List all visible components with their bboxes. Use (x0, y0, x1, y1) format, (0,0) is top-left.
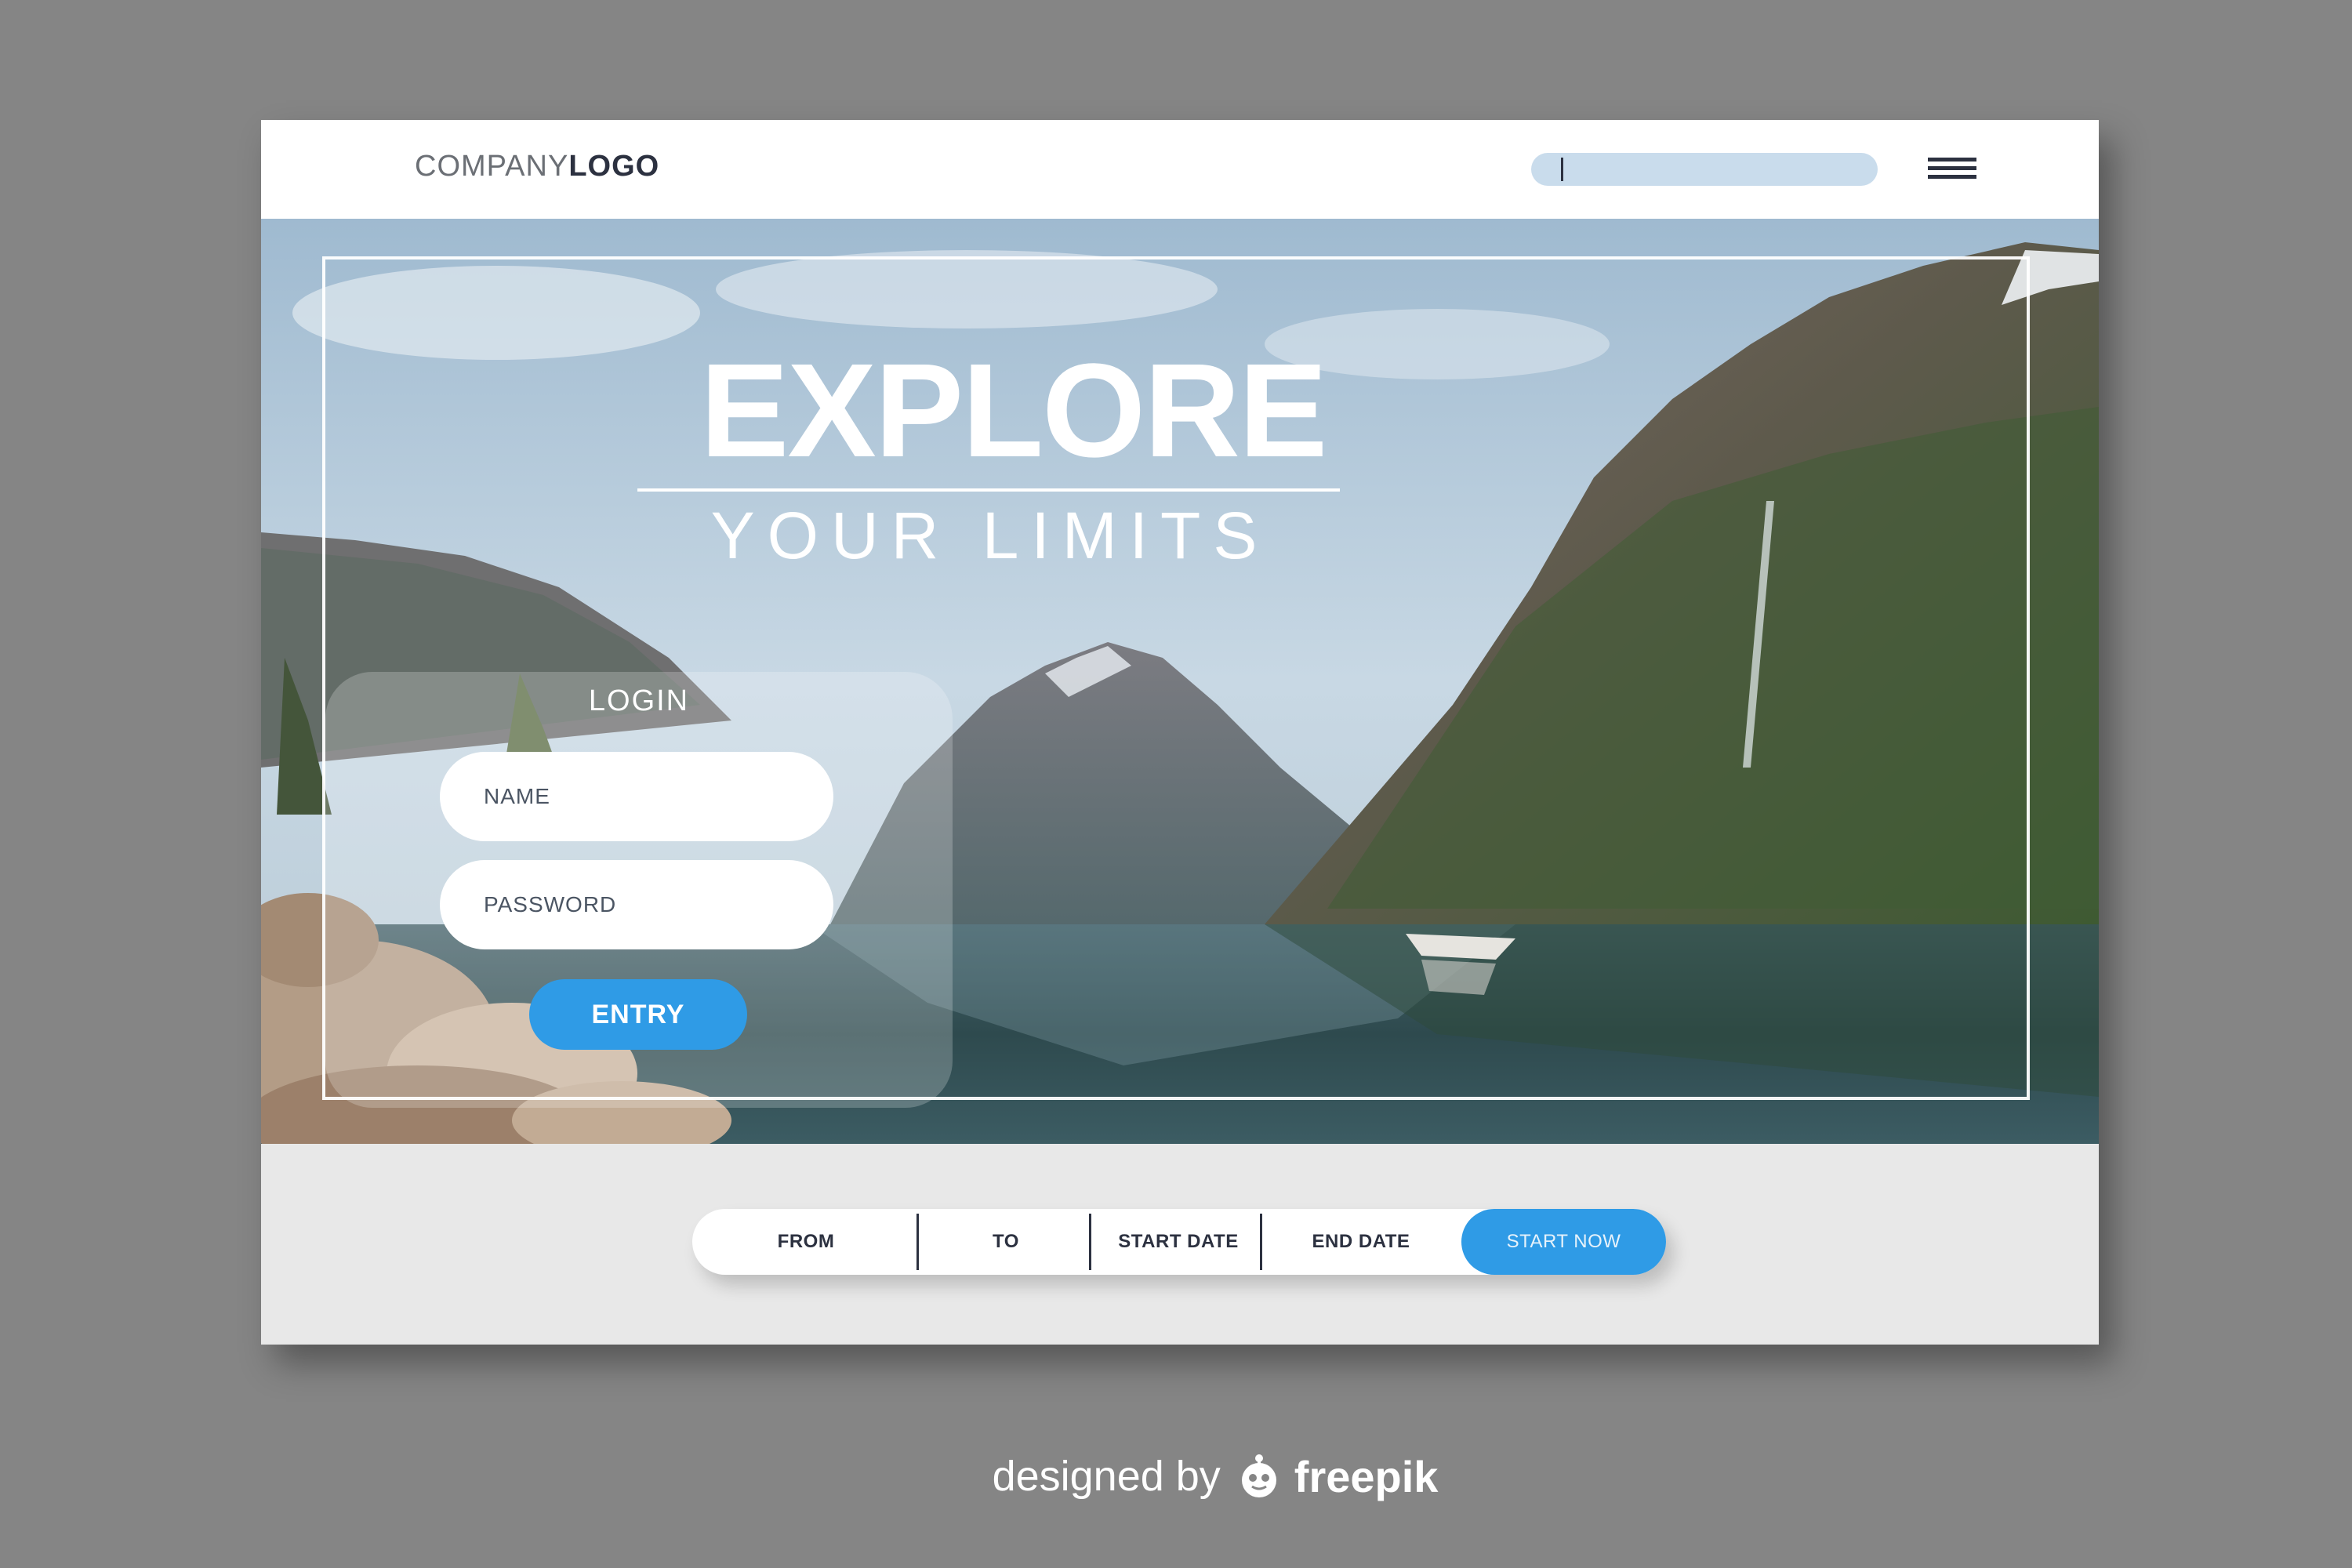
landing-page-card: COMPANYLOGO EXPLORE YOUR LIMITS LOGIN NA… (261, 120, 2099, 1345)
login-panel: LOGIN NAME PASSWORD ENTRY (325, 672, 953, 1108)
password-field[interactable]: PASSWORD (440, 860, 833, 949)
start-date-label: START DATE (1118, 1231, 1239, 1252)
freepik-brand-text: freepik (1294, 1451, 1439, 1501)
entry-button[interactable]: ENTRY (529, 979, 747, 1050)
name-field[interactable]: NAME (440, 752, 833, 841)
to-field[interactable]: TO (920, 1209, 1092, 1275)
search-input[interactable] (1531, 153, 1878, 186)
designer-credit: designed by freepik (941, 1441, 1490, 1512)
name-field-placeholder: NAME (484, 784, 550, 808)
password-field-placeholder: PASSWORD (484, 892, 617, 916)
from-label: FROM (777, 1231, 835, 1252)
logo-light-text: COMPANY (415, 150, 569, 183)
hero-title: EXPLORE (700, 336, 1327, 485)
end-date-field[interactable]: END DATE (1263, 1209, 1459, 1275)
start-now-button[interactable]: START NOW (1461, 1209, 1666, 1275)
top-navbar: COMPANYLOGO (261, 120, 2099, 219)
divider (1089, 1214, 1091, 1270)
to-label: TO (993, 1231, 1019, 1252)
start-date-field[interactable]: START DATE (1092, 1209, 1265, 1275)
hero-title-divider (637, 488, 1340, 492)
login-title: LOGIN (588, 684, 690, 717)
designed-by-text: designed by (992, 1453, 1221, 1500)
company-logo[interactable]: COMPANYLOGO (415, 150, 659, 183)
divider (916, 1214, 919, 1270)
end-date-label: END DATE (1312, 1231, 1410, 1252)
from-field[interactable]: FROM (692, 1209, 920, 1275)
hamburger-menu-icon[interactable] (1928, 158, 1976, 180)
hero-section: EXPLORE YOUR LIMITS LOGIN NAME PASSWORD … (261, 219, 2099, 1144)
booking-search-bar: FROM TO START DATE END DATE START NOW (692, 1209, 1666, 1275)
divider (1260, 1214, 1262, 1270)
hero-subtitle: YOUR LIMITS (710, 499, 1270, 572)
text-cursor (1561, 158, 1563, 181)
logo-bold-text: LOGO (568, 150, 660, 183)
freepik-mascot-icon (1241, 1454, 1276, 1497)
